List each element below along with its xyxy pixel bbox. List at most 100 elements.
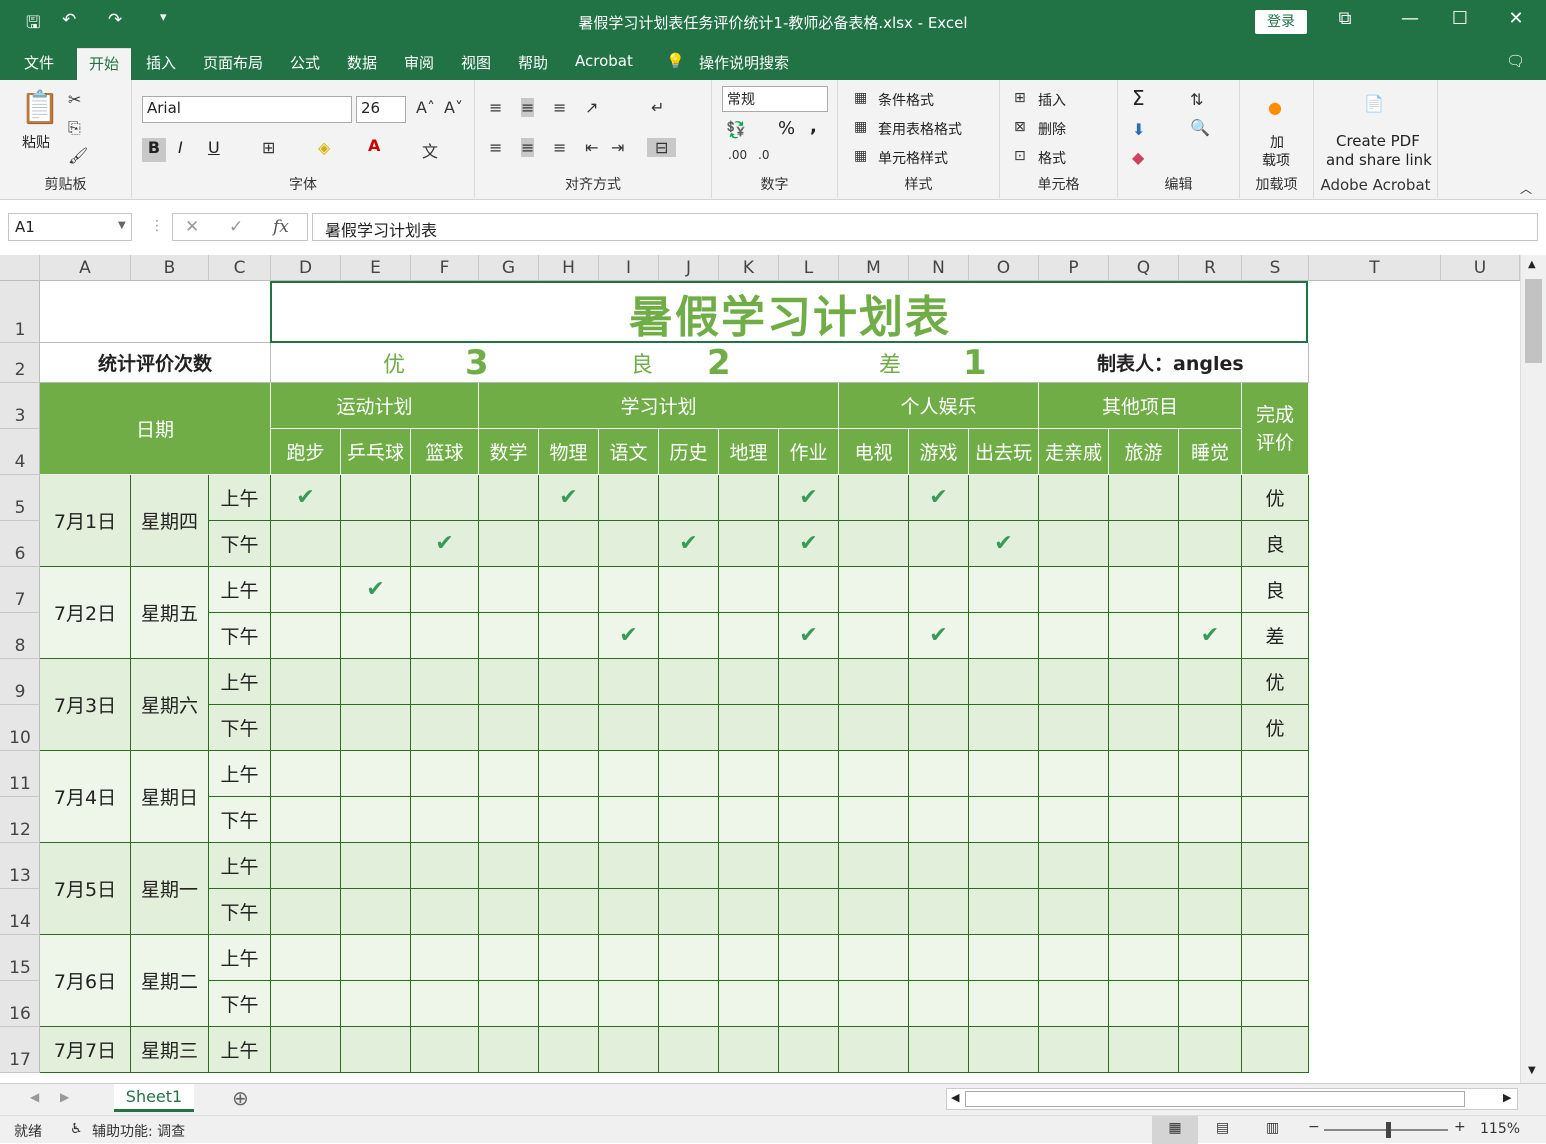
period-cell[interactable]: 上午 <box>209 935 271 981</box>
activity-cell[interactable] <box>539 797 599 843</box>
activity-cell[interactable] <box>479 843 539 889</box>
column-header-S[interactable]: S <box>1242 255 1309 281</box>
activity-cell[interactable] <box>659 659 719 705</box>
row-header-15[interactable]: 15 <box>0 935 40 981</box>
activity-cell[interactable] <box>969 705 1039 751</box>
activity-cell[interactable] <box>1039 843 1109 889</box>
page-layout-view-icon[interactable]: ▤ <box>1216 1120 1229 1136</box>
column-header-L[interactable]: L <box>779 255 839 281</box>
weekday-cell[interactable]: 星期日 <box>131 751 209 843</box>
phonetic-icon[interactable]: 文 <box>422 138 438 162</box>
activity-cell[interactable] <box>341 981 411 1027</box>
activity-cell[interactable] <box>659 797 719 843</box>
font-name-select[interactable]: Arial <box>142 96 352 123</box>
scroll-thumb[interactable] <box>1525 279 1542 363</box>
activity-cell[interactable] <box>719 1027 779 1073</box>
eval-cell[interactable] <box>1242 889 1309 935</box>
row-header-11[interactable]: 11 <box>0 751 40 797</box>
subject-header[interactable]: 语文 <box>599 429 659 475</box>
activity-cell[interactable] <box>1109 751 1179 797</box>
border-icon[interactable]: ⊞ <box>262 138 275 157</box>
activity-cell[interactable] <box>1109 475 1179 521</box>
activity-cell[interactable] <box>539 935 599 981</box>
activity-cell[interactable]: ✔ <box>539 475 599 521</box>
activity-cell[interactable] <box>271 613 341 659</box>
activity-cell[interactable] <box>839 889 909 935</box>
activity-cell[interactable] <box>1179 797 1242 843</box>
activity-cell[interactable] <box>599 659 659 705</box>
activity-cell[interactable] <box>479 659 539 705</box>
period-cell[interactable]: 上午 <box>209 567 271 613</box>
activity-cell[interactable] <box>839 705 909 751</box>
normal-view-icon[interactable]: ▦ <box>1152 1116 1198 1144</box>
accounting-icon[interactable]: 💱 <box>726 120 746 139</box>
paste-icon[interactable]: 📋 <box>20 88 60 126</box>
name-box[interactable]: A1 <box>8 213 132 241</box>
font-color-icon[interactable]: A <box>368 136 380 155</box>
delete-cells-button[interactable]: 删除 <box>1038 119 1066 139</box>
activity-cell[interactable] <box>969 751 1039 797</box>
activity-cell[interactable] <box>271 567 341 613</box>
column-header-N[interactable]: N <box>909 255 969 281</box>
period-cell[interactable]: 下午 <box>209 705 271 751</box>
activity-cell[interactable] <box>271 797 341 843</box>
activity-cell[interactable]: ✔ <box>271 475 341 521</box>
underline-button[interactable]: U <box>208 138 220 157</box>
activity-cell[interactable] <box>539 659 599 705</box>
increase-decimal-icon[interactable]: .00 <box>728 148 747 162</box>
weekday-cell[interactable]: 星期二 <box>131 935 209 1027</box>
activity-cell[interactable] <box>839 613 909 659</box>
activity-cell[interactable] <box>411 659 479 705</box>
date-cell[interactable]: 7月3日 <box>40 659 131 751</box>
format-painter-icon[interactable]: 🖌 <box>68 146 88 165</box>
align-top-icon[interactable]: ≡ <box>489 98 502 117</box>
next-sheet-icon[interactable]: ▶ <box>60 1090 69 1104</box>
row-header-9[interactable]: 9 <box>0 659 40 705</box>
activity-cell[interactable] <box>539 981 599 1027</box>
tab-page-layout[interactable]: 页面布局 <box>203 52 263 73</box>
activity-cell[interactable] <box>411 935 479 981</box>
activity-cell[interactable] <box>599 797 659 843</box>
activity-cell[interactable] <box>1179 659 1242 705</box>
cancel-icon[interactable]: ✕ <box>185 217 199 237</box>
addins-button-line2[interactable]: 载项 <box>1262 150 1290 170</box>
activity-cell[interactable] <box>909 1027 969 1073</box>
activity-cell[interactable] <box>719 613 779 659</box>
find-select-icon[interactable]: 🔍 <box>1190 118 1210 137</box>
row-header-16[interactable]: 16 <box>0 981 40 1027</box>
tab-review[interactable]: 审阅 <box>404 52 434 73</box>
eval-cell[interactable] <box>1242 1027 1309 1073</box>
activity-cell[interactable] <box>411 567 479 613</box>
increase-font-icon[interactable]: A˄ <box>416 98 435 117</box>
subject-header[interactable]: 电视 <box>839 429 909 475</box>
activity-cell[interactable] <box>479 705 539 751</box>
activity-cell[interactable] <box>779 889 839 935</box>
activity-cell[interactable] <box>1179 475 1242 521</box>
merge-center-icon[interactable]: ⊟ <box>647 138 677 157</box>
eval-cell[interactable]: 良 <box>1242 521 1309 567</box>
row-header-7[interactable]: 7 <box>0 567 40 613</box>
activity-cell[interactable] <box>599 475 659 521</box>
column-header-R[interactable]: R <box>1179 255 1242 281</box>
row-header-10[interactable]: 10 <box>0 705 40 751</box>
weekday-cell[interactable]: 星期六 <box>131 659 209 751</box>
activity-cell[interactable] <box>479 613 539 659</box>
subject-header[interactable]: 走亲戚 <box>1039 429 1109 475</box>
tab-home[interactable]: 开始 <box>77 48 132 80</box>
row-header-12[interactable]: 12 <box>0 797 40 843</box>
activity-cell[interactable] <box>341 843 411 889</box>
activity-cell[interactable] <box>779 705 839 751</box>
activity-cell[interactable] <box>659 981 719 1027</box>
column-header-D[interactable]: D <box>271 255 341 281</box>
activity-cell[interactable] <box>341 475 411 521</box>
activity-cell[interactable] <box>969 981 1039 1027</box>
activity-cell[interactable] <box>411 751 479 797</box>
row-header-3[interactable]: 3 <box>0 383 40 429</box>
page-break-view-icon[interactable]: ▥ <box>1266 1120 1279 1136</box>
activity-cell[interactable] <box>969 797 1039 843</box>
activity-cell[interactable] <box>719 567 779 613</box>
activity-cell[interactable] <box>1109 1027 1179 1073</box>
copy-icon[interactable]: ⎘ <box>68 118 81 138</box>
subject-header[interactable]: 数学 <box>479 429 539 475</box>
activity-cell[interactable] <box>479 1027 539 1073</box>
